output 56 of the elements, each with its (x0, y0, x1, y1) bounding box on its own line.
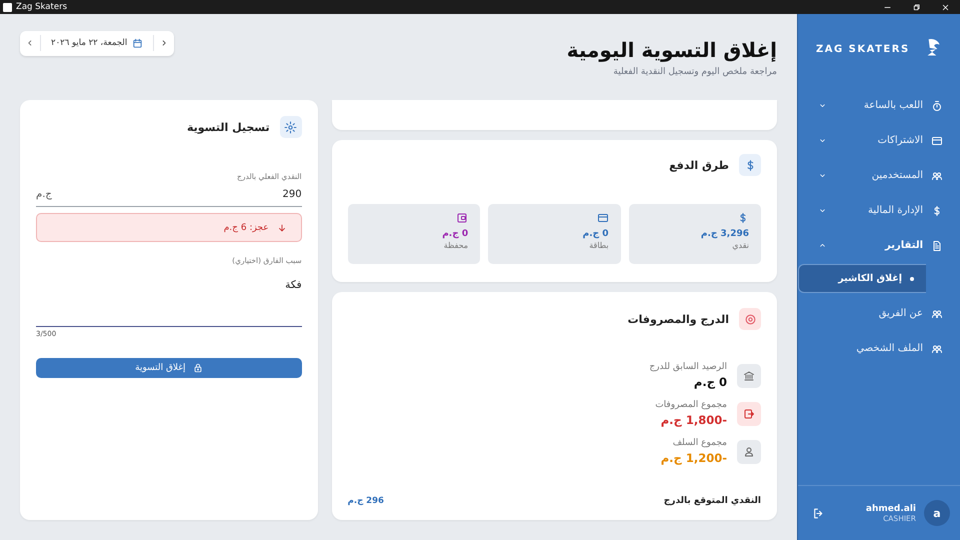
nav-item[interactable]: الاشتراكات (798, 123, 960, 158)
card-icon (596, 212, 609, 224)
payment-amount: 0 ج.م (442, 229, 468, 239)
bank-icon (743, 370, 755, 382)
user-avatar: a (924, 500, 950, 526)
wallet-icon (456, 212, 468, 224)
payment-label: نقدي (732, 241, 749, 250)
row-label: مجموع المصروفات (655, 400, 727, 410)
brand-name: ZAG SKATERS (816, 44, 910, 54)
nav-item[interactable]: عن الفريق (798, 296, 960, 331)
window-title: Zag Skaters (16, 2, 67, 12)
person-icon (743, 446, 755, 458)
close-settlement-button[interactable]: إغلاق التسوية (36, 358, 302, 378)
nav-item[interactable]: اللعب بالساعة (798, 88, 960, 123)
row-amount: -1,800 ج.م (660, 413, 727, 427)
expected-label: النقدي المتوقع بالدرج (664, 496, 761, 506)
nav-icon (931, 134, 943, 146)
calendar-icon (132, 38, 144, 48)
page-title: إغلاق التسوية اليومية (566, 38, 777, 62)
nav-icon (931, 240, 943, 252)
row-label: مجموع السلف (672, 438, 727, 448)
difference-alert: عجز: 6 ج.م (36, 213, 302, 242)
card-title: طرق الدفع (669, 158, 729, 172)
card-title: الدرج والمصروفات (628, 312, 729, 326)
bullet-icon (910, 276, 914, 280)
down-arrow-icon (276, 222, 287, 232)
row-label: الرصيد السابق للدرج (649, 362, 727, 372)
page-subtitle: مراجعة ملخص اليوم وتسجيل النقدية الفعلية (612, 66, 777, 76)
exit-icon (743, 408, 755, 420)
expected-amount: 296 ج.م (348, 496, 384, 506)
nav-subitem[interactable]: إغلاق الكاشير (798, 264, 926, 293)
date-label: الجمعة، ٢٢ مايو ٢٠٢٦ (51, 38, 128, 48)
settings-icon (284, 120, 298, 134)
payment-label: بطاقة (589, 241, 609, 250)
nav-item[interactable]: التقارير (798, 228, 960, 263)
nav-icon (931, 170, 943, 182)
row-amount: 0 ج.م (692, 375, 727, 389)
nav-icon (931, 308, 943, 320)
app-logo-icon (3, 2, 12, 12)
nav-item[interactable]: الإدارة المالية (798, 193, 960, 228)
logout-icon[interactable] (812, 506, 825, 520)
payment-amount: 0 ج.م (582, 229, 609, 239)
nav-item[interactable]: الملف الشخصي (798, 331, 960, 366)
target-icon (744, 312, 756, 326)
card-title: تسجيل التسوية (186, 120, 270, 134)
user-name: ahmed.ali (866, 504, 916, 514)
payment-label: محفظة (444, 241, 468, 250)
text-area[interactable]: فكة (36, 271, 302, 327)
payment-amount: 3,296 ج.م (700, 229, 749, 239)
lock-icon (192, 363, 203, 373)
row-amount: -1,200 ج.م (660, 451, 727, 465)
close-icon[interactable] (941, 2, 950, 12)
nav-icon (931, 342, 943, 354)
maximize-icon[interactable] (912, 2, 921, 12)
nav-icon (931, 100, 943, 112)
nav-item[interactable]: المستخدمين (798, 158, 960, 193)
